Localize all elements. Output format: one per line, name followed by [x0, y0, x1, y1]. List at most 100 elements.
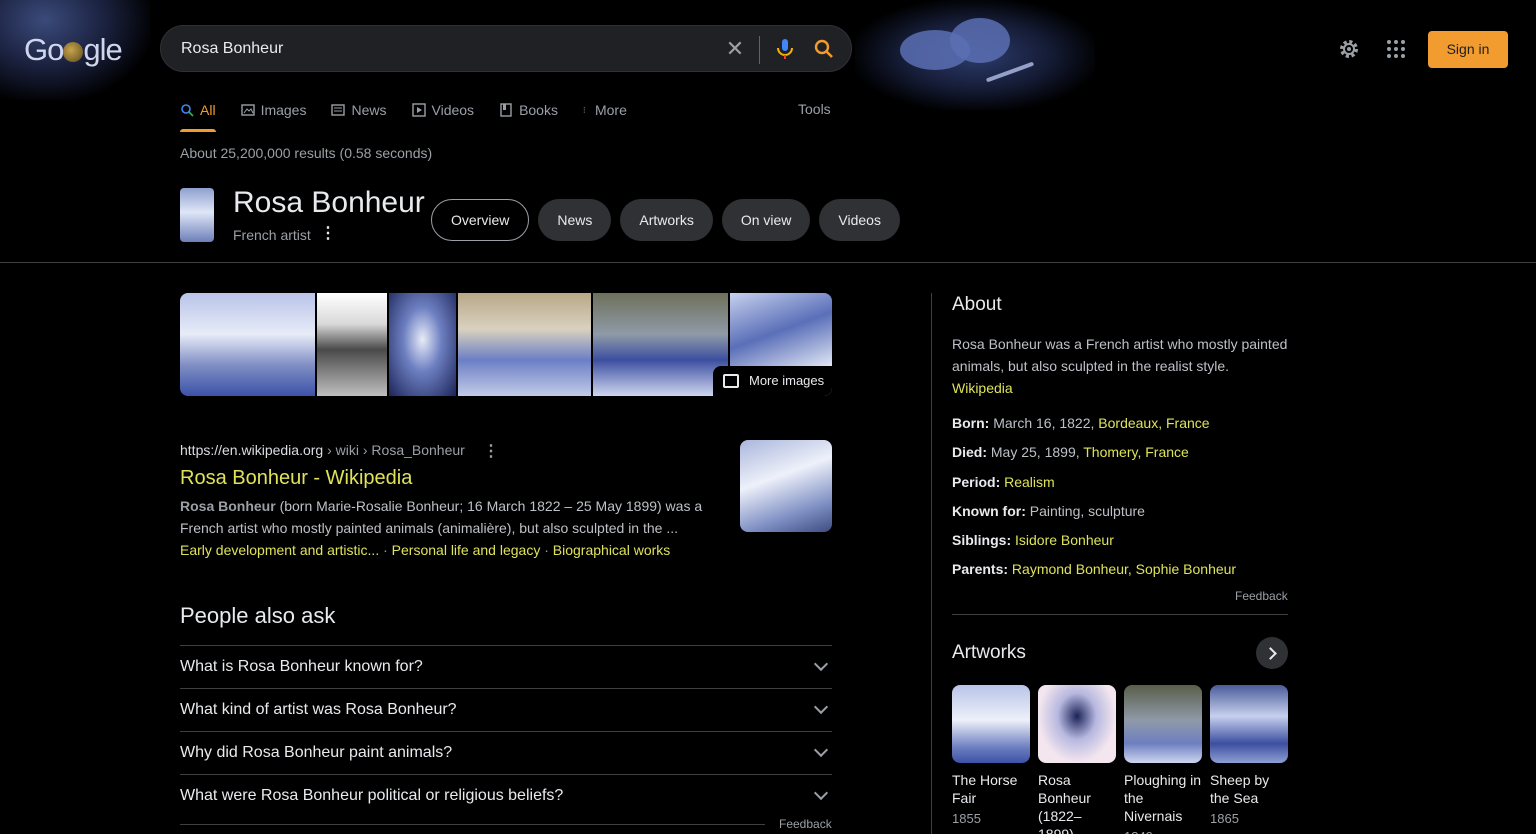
fact-born: Born: March 16, 1822, Bordeaux, France [952, 415, 1210, 431]
fact-link[interactable]: Isidore Bonheur [1015, 532, 1114, 548]
tab-images[interactable]: Images [240, 100, 306, 120]
artwork-card[interactable]: Ploughing in the Nivernais 1849 [1124, 685, 1202, 834]
artwork-card[interactable]: Sheep by the Sea 1865 [1210, 685, 1288, 826]
fact-label: Siblings: [952, 532, 1012, 548]
result-url[interactable]: https://en.wikipedia.org › wiki › Rosa_B… [180, 442, 465, 458]
paa-question[interactable]: What kind of artist was Rosa Bonheur? [180, 688, 832, 731]
search-input[interactable] [181, 37, 711, 61]
doodle-sheep [950, 18, 1010, 63]
sitelink[interactable]: Early development and artistic... [180, 542, 379, 558]
pill-videos[interactable]: Videos [819, 199, 900, 241]
artwork-year: 1849 [1124, 829, 1202, 834]
apps-grid-icon[interactable] [1384, 37, 1408, 61]
fact-link[interactable]: Sophie Bonheur [1136, 561, 1236, 577]
divider [952, 614, 1288, 615]
doodle-globe-icon [63, 42, 84, 62]
fact-value: Painting, sculpture [1025, 503, 1145, 519]
paa-question-text: Why did Rosa Bonheur paint animals? [180, 744, 453, 761]
sitelink[interactable]: Personal life and legacy [392, 542, 541, 558]
more-images-label: More images [749, 373, 825, 388]
image-icon [240, 104, 255, 116]
fact-separator: , [1158, 415, 1166, 431]
logo-text: Go [24, 32, 64, 67]
divider [180, 824, 765, 825]
artwork-name: The Horse Fair [952, 772, 1018, 806]
more-images-button[interactable]: More images [713, 366, 832, 396]
tab-books[interactable]: Books [499, 100, 558, 120]
image-thumbnail[interactable] [180, 293, 315, 396]
fact-value: March 16, 1822, [989, 415, 1099, 431]
artwork-card[interactable]: Rosa Bonheur (1822–1899) [1038, 685, 1116, 834]
search-icon[interactable] [812, 37, 836, 61]
pill-on-view[interactable]: On view [721, 199, 811, 241]
chevron-right-icon[interactable] [1256, 637, 1288, 669]
result-options-icon[interactable]: ⋮ [483, 441, 499, 460]
book-icon [500, 103, 512, 117]
result-thumbnail[interactable] [740, 440, 832, 532]
divider [0, 262, 1536, 263]
sitelink[interactable]: Biographical works [553, 542, 671, 558]
about-feedback-link[interactable]: Feedback [1235, 589, 1288, 603]
fact-link[interactable]: Bordeaux [1098, 415, 1158, 431]
fact-value: May 25, 1899, [987, 444, 1084, 460]
image-icon [723, 374, 739, 388]
chevron-down-icon [813, 742, 829, 758]
paa-question[interactable]: Why did Rosa Bonheur paint animals? [180, 731, 832, 774]
fact-siblings: Siblings: Isidore Bonheur [952, 532, 1114, 548]
image-thumbnail[interactable] [389, 293, 457, 396]
result-title-link[interactable]: Rosa Bonheur - Wikipedia [180, 467, 412, 490]
fact-link[interactable]: Raymond Bonheur [1012, 561, 1128, 577]
artwork-image [952, 685, 1030, 763]
entity-thumbnail[interactable] [180, 188, 214, 242]
about-heading: About [952, 294, 1002, 315]
snippet-bold: Rosa Bonheur [180, 498, 276, 514]
fact-died: Died: May 25, 1899, Thomery, France [952, 444, 1189, 460]
artwork-image [1210, 685, 1288, 763]
tab-more[interactable]: More [583, 100, 627, 120]
paa-question-text: What is Rosa Bonheur known for? [180, 658, 423, 675]
artworks-heading: Artworks [952, 642, 1026, 663]
search-box[interactable]: ✕ [160, 25, 852, 72]
pill-artworks[interactable]: Artworks [620, 199, 713, 241]
artwork-card[interactable]: The Horse Fair 1855 [952, 685, 1030, 826]
fact-link[interactable]: France [1145, 444, 1189, 460]
image-thumbnail[interactable] [592, 293, 729, 396]
tab-label: More [594, 102, 627, 118]
search-tabs: All Images News Videos Books More [180, 100, 652, 134]
pill-news[interactable]: News [538, 199, 612, 241]
pill-overview[interactable]: Overview [431, 199, 530, 241]
google-doodle-logo[interactable]: Go gle [24, 32, 123, 68]
image-thumbnail[interactable] [458, 293, 591, 396]
paa-question[interactable]: What were Rosa Bonheur political or reli… [180, 774, 832, 817]
paa-question-text: What kind of artist was Rosa Bonheur? [180, 701, 457, 718]
logo-text: gle [83, 32, 122, 67]
more-options-icon[interactable]: ⋮ [320, 226, 336, 242]
chevron-down-icon [813, 699, 829, 715]
artwork-name: Sheep by the Sea [1210, 772, 1270, 806]
tab-videos[interactable]: Videos [411, 100, 474, 120]
fact-link[interactable]: Realism [1004, 474, 1055, 490]
fact-separator: , [1127, 561, 1136, 577]
tab-all[interactable]: All [180, 100, 216, 120]
paa-question[interactable]: What is Rosa Bonheur known for? [180, 645, 832, 688]
entity-title: Rosa Bonheur [233, 186, 425, 219]
sign-in-button[interactable]: Sign in [1428, 31, 1508, 68]
microphone-icon[interactable] [773, 37, 797, 61]
artwork-name: Ploughing in the Nivernais [1124, 772, 1202, 824]
settings-gear-icon[interactable] [1337, 37, 1361, 61]
fact-link[interactable]: France [1166, 415, 1210, 431]
tab-news[interactable]: News [331, 100, 387, 120]
active-tab-indicator [180, 129, 216, 132]
about-text: Rosa Bonheur was a French artist who mos… [952, 336, 1288, 374]
fact-link[interactable]: Thomery [1083, 444, 1137, 460]
tab-label: News [351, 102, 387, 118]
clear-icon[interactable]: ✕ [723, 37, 747, 61]
fact-period: Period: Realism [952, 474, 1055, 490]
result-stats: About 25,200,000 results (0.58 seconds) [180, 145, 433, 161]
tab-label: All [200, 102, 216, 118]
tools-button[interactable]: Tools [798, 101, 831, 117]
chevron-down-icon [813, 656, 829, 672]
paa-feedback-link[interactable]: Feedback [779, 817, 832, 831]
wikipedia-link[interactable]: Wikipedia [952, 380, 1013, 396]
image-thumbnail[interactable] [316, 293, 388, 396]
